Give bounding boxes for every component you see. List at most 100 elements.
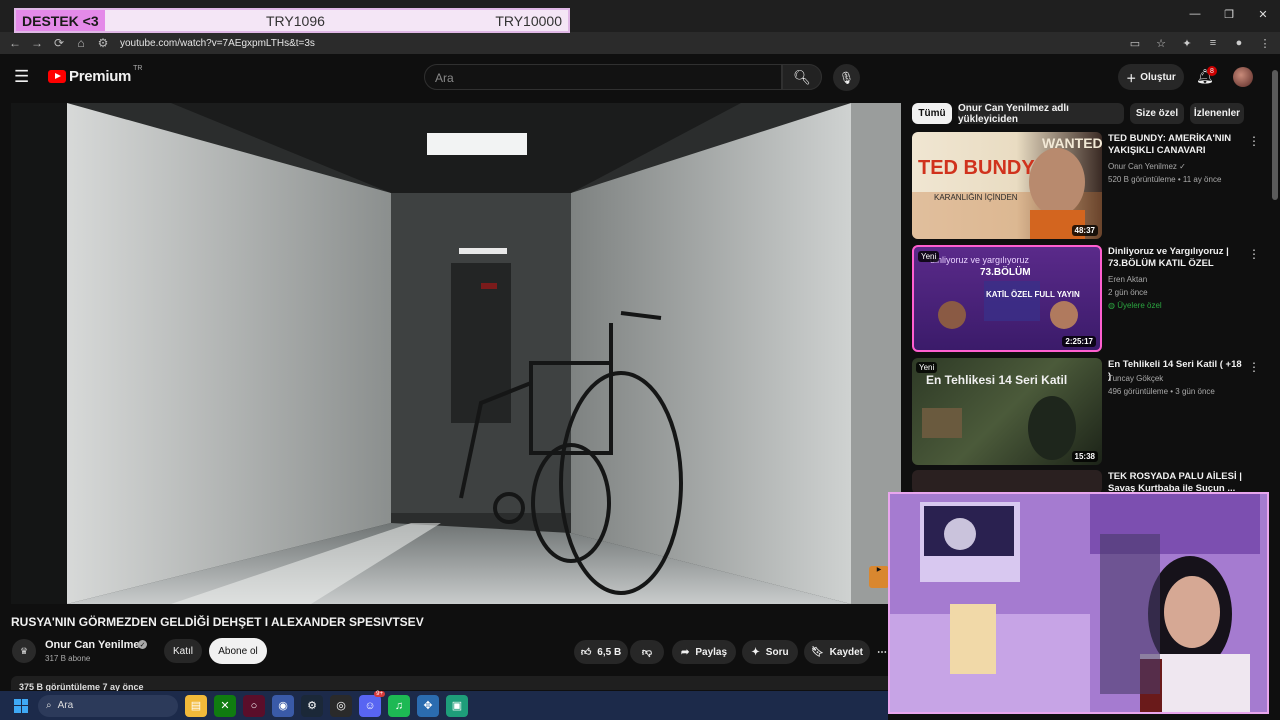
discord-badge: 9+ (374, 690, 385, 697)
taskbar-search-label: Ara (57, 700, 74, 711)
search-icon: ⌕ (46, 700, 52, 711)
browser-toolbar-icons: ▭ ☆ ✦ ≡ ● ⋮ (1126, 32, 1274, 54)
hamburger-icon[interactable]: ☰ (14, 67, 34, 87)
video-meta: 520 B görüntüleme • 11 ay önce (1108, 175, 1222, 184)
account-avatar[interactable] (1233, 67, 1253, 87)
thumbs-up-icon: 👍︎ (580, 647, 592, 658)
search-input[interactable]: Ara (424, 64, 782, 90)
discord-icon[interactable]: ☺ 9+ (359, 690, 385, 717)
video-thumbnail[interactable]: TED BUNDY KARANLIĞIN İÇİNDEN WANTED 48:3… (912, 132, 1102, 239)
steam-icon[interactable]: ⚙ (301, 694, 323, 717)
more-menu-icon[interactable]: ⋮ (1256, 34, 1274, 52)
extensions-icon[interactable]: ✦ (1178, 34, 1196, 52)
taskbar-search[interactable]: ⌕ Ara (38, 694, 178, 717)
duration-badge: 2:25:17 (1062, 336, 1096, 347)
recommended-video[interactable]: dinliyoruz ve yargılıyoruz 73.BÖLÜM KATİ… (912, 245, 1262, 353)
os-taskbar: ⌕ Ara ▤ ✕ ○ ◉ ⚙ ◎ ☺ 9+ ♫ ✥ ▣ (0, 690, 888, 720)
recommended-video[interactable]: TED BUNDY KARANLIĞIN İÇİNDEN WANTED 48:3… (912, 132, 1262, 240)
back-icon[interactable]: ← (4, 32, 26, 54)
webcam-scene (890, 494, 1267, 712)
channel-watermark: ▶ (869, 566, 889, 588)
chrome-icon[interactable]: ◉ (272, 694, 294, 717)
share-label: Paylaş (695, 646, 728, 658)
reload-icon[interactable]: ⟳ (48, 32, 70, 54)
sparkle-icon: ✦ (751, 646, 760, 658)
video-title[interactable]: TED BUNDY: AMERİKA'NIN YAKIŞIKLI CANAVAR… (1108, 133, 1243, 157)
thumb-episode: 73.BÖLÜM (980, 265, 1031, 278)
bookmark-icon: 🔖︎ (810, 646, 824, 658)
like-button[interactable]: 👍︎ 6,5 B (574, 640, 628, 664)
video-title[interactable]: Dinliyoruz ve Yargılıyoruz | 73.BÖLÜM KA… (1108, 246, 1243, 270)
channel-name[interactable]: Tuncay Gökçek (1108, 374, 1163, 383)
site-info-icon[interactable]: ⚙ (92, 32, 114, 54)
obs-icon[interactable]: ▣ (446, 694, 468, 717)
youtube-logo[interactable]: Premium TR (48, 65, 143, 85)
brand-name: Premium (69, 68, 132, 85)
profile-icon[interactable]: ● (1230, 34, 1248, 52)
save-button[interactable]: 🔖︎ Kaydet (804, 640, 870, 664)
join-button[interactable]: Katıl (164, 639, 202, 663)
close-icon[interactable]: ✕ (1246, 0, 1280, 28)
channel-name[interactable]: Onur Can Yenilmez (45, 639, 145, 651)
duration-badge: 48:37 (1071, 225, 1098, 236)
channel-name[interactable]: Onur Can Yenilmez ✓ (1108, 162, 1186, 171)
more-options-icon[interactable]: ⋮ (1248, 360, 1260, 374)
thumb-wanted: WANTED (1042, 135, 1102, 151)
scrollbar-thumb[interactable] (1272, 70, 1278, 200)
video-meta: 2 gün önce (1108, 288, 1148, 297)
chip-watched[interactable]: İzlenenler (1190, 103, 1244, 124)
thumb-topline: dinliyoruz ve yargılıyoruz (930, 255, 1030, 265)
game-client-icon[interactable]: ◎ (330, 694, 352, 717)
thumbnail-art: En Tehlikesi 14 Seri Katil (922, 373, 1076, 460)
windows-start-icon[interactable] (14, 698, 28, 713)
cast-icon[interactable]: ▭ (1126, 34, 1144, 52)
voice-search-button[interactable]: 🎙︎ (833, 64, 860, 91)
youtube-play-icon (48, 70, 66, 83)
verified-icon: ✓ (1179, 162, 1186, 171)
app-icon[interactable]: ✥ (417, 694, 439, 717)
ask-button[interactable]: ✦ Soru (742, 640, 798, 664)
url-field[interactable]: youtube.com/watch?v=7AEgxpmLTHs&t=3s (120, 38, 315, 49)
verified-icon: ✓ (138, 640, 147, 649)
dislike-button[interactable]: 👎︎ (630, 640, 664, 664)
video-thumbnail[interactable]: dinliyoruz ve yargılıyoruz 73.BÖLÜM KATİ… (912, 245, 1102, 352)
chip-from-uploader[interactable]: Onur Can Yenilmez adlı yükleyiciden (958, 103, 1124, 125)
more-options-icon[interactable]: ⋮ (1248, 247, 1260, 261)
recommended-video[interactable]: En Tehlikesi 14 Seri Katil Yeni 15:38 En… (912, 358, 1262, 466)
restore-icon[interactable]: ❐ (1212, 0, 1246, 28)
video-frame (11, 103, 901, 604)
create-button[interactable]: ＋ Oluştur (1118, 64, 1184, 90)
country-code: TR (133, 65, 143, 72)
more-options-icon[interactable]: ⋮ (1248, 134, 1260, 148)
reading-list-icon[interactable]: ≡ (1204, 34, 1222, 52)
more-actions-icon[interactable]: ⋯ (876, 640, 888, 664)
share-button[interactable]: ➦ Paylaş (672, 640, 736, 664)
description-box[interactable] (11, 676, 901, 690)
browser-address-bar: ← → ⟳ ⌂ ⚙ youtube.com/watch?v=7AEgxpmLTH… (0, 32, 1280, 54)
home-icon[interactable]: ⌂ (70, 32, 92, 54)
window-controls: — ❐ ✕ (1178, 0, 1280, 28)
thumbs-down-icon: 👎︎ (641, 647, 653, 658)
search-button[interactable]: 🔍︎ (782, 64, 822, 90)
subscribe-button[interactable]: Abone ol (209, 638, 267, 664)
channel-avatar[interactable]: ♛ (12, 639, 36, 663)
channel-name[interactable]: Eren Aktan (1108, 275, 1147, 284)
spotify-icon[interactable]: ♫ (388, 694, 410, 717)
save-label: Kaydet (829, 646, 864, 658)
file-explorer-icon[interactable]: ▤ (185, 694, 207, 717)
donation-goal: TRY10000 (495, 12, 562, 29)
forward-icon[interactable]: → (26, 32, 48, 54)
opera-icon[interactable]: ○ (243, 694, 265, 717)
video-player[interactable] (11, 103, 901, 604)
chip-for-you[interactable]: Size özel (1130, 103, 1184, 124)
duration-badge: 15:38 (1071, 451, 1098, 462)
minimize-icon[interactable]: — (1178, 0, 1212, 28)
video-thumbnail[interactable]: En Tehlikesi 14 Seri Katil Yeni 15:38 (912, 358, 1102, 465)
thumbnail-art: TED BUNDY KARANLIĞIN İÇİNDEN WANTED (912, 135, 1102, 239)
xbox-icon[interactable]: ✕ (214, 694, 236, 717)
video-thumbnail[interactable] (912, 470, 1102, 494)
mic-icon: 🎙︎ (838, 70, 855, 85)
chip-all[interactable]: Tümü (912, 103, 952, 124)
recommended-video[interactable]: TEK ROSYADA PALU AİLESİ | Savaş Kurtbaba… (912, 470, 1262, 494)
bookmark-star-icon[interactable]: ☆ (1152, 34, 1170, 52)
